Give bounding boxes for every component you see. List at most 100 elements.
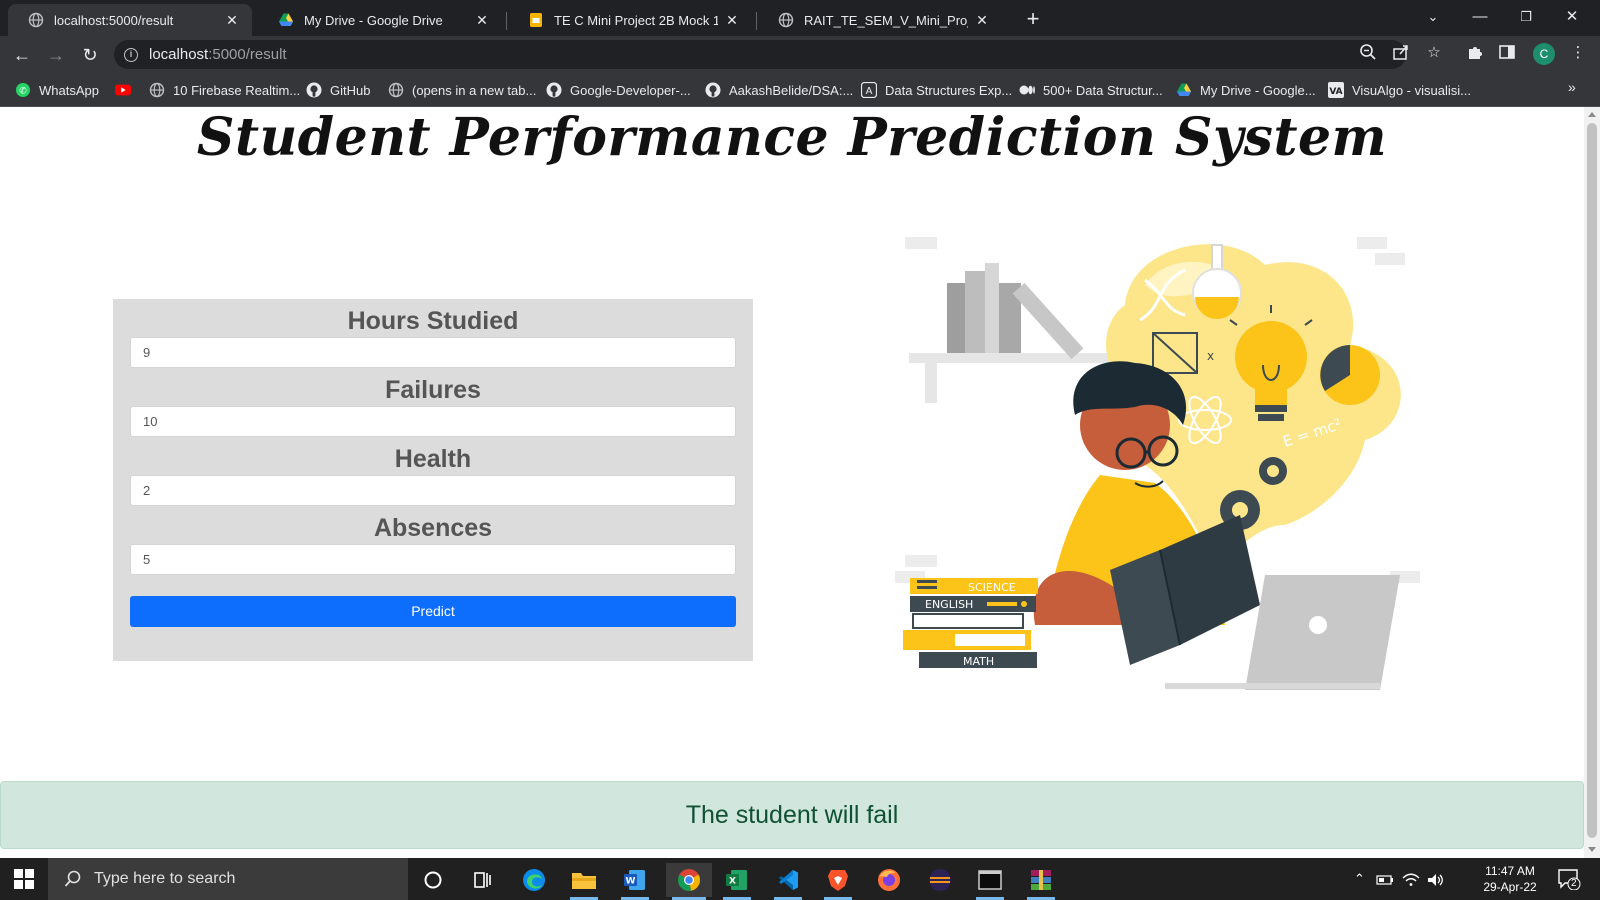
globe-icon bbox=[778, 12, 794, 28]
winrar-icon[interactable] bbox=[1021, 863, 1061, 900]
english-book-label: ENGLISH bbox=[925, 598, 973, 611]
extensions-puzzle-icon[interactable] bbox=[1465, 43, 1485, 63]
bookmark-visualgo[interactable]: VA VisuAlgo - visualisi... bbox=[1328, 79, 1471, 101]
url-host: localhost bbox=[149, 46, 209, 63]
svg-text:✆: ✆ bbox=[19, 87, 27, 97]
bookmark-youtube[interactable] bbox=[115, 79, 139, 101]
bookmark-whatsapp[interactable]: ✆ WhatsApp bbox=[15, 79, 99, 101]
windows-start-icon[interactable] bbox=[14, 869, 34, 889]
svg-text:W: W bbox=[626, 877, 636, 887]
restore-icon[interactable]: ❐ bbox=[1503, 0, 1549, 36]
github-icon bbox=[705, 82, 721, 98]
tab-strip: localhost:5000/result ✕ My Drive - Googl… bbox=[0, 0, 1600, 36]
scroll-up-arrow-icon[interactable] bbox=[1588, 112, 1596, 117]
close-tab-icon[interactable]: ✕ bbox=[224, 12, 240, 29]
vertical-scrollbar[interactable] bbox=[1584, 107, 1600, 858]
address-bar[interactable]: i localhost:5000/result bbox=[114, 40, 1406, 69]
bookmark-firebase[interactable]: 10 Firebase Realtim... bbox=[149, 79, 300, 101]
share-icon[interactable] bbox=[1391, 43, 1411, 63]
health-label: Health bbox=[394, 445, 472, 473]
vscode-icon[interactable] bbox=[768, 863, 808, 900]
search-icon bbox=[64, 870, 81, 887]
notification-count: 2 bbox=[1571, 878, 1577, 889]
notification-center-icon[interactable]: 2 bbox=[1557, 868, 1581, 891]
word-icon[interactable]: W bbox=[615, 863, 655, 900]
hours-studied-label: Hours Studied bbox=[347, 307, 519, 335]
tab-title: localhost:5000/result bbox=[54, 12, 174, 28]
svg-text:VA: VA bbox=[1329, 87, 1342, 97]
close-window-icon[interactable]: ✕ bbox=[1549, 0, 1595, 36]
close-tab-icon[interactable]: ✕ bbox=[474, 12, 490, 29]
task-view-icon[interactable] bbox=[463, 863, 503, 897]
bookmark-github[interactable]: GitHub bbox=[306, 79, 370, 101]
bookmark-data-structures-exp[interactable]: A Data Structures Exp... bbox=[861, 79, 1012, 101]
bookmark-label: AakashBelide/DSA:... bbox=[729, 82, 854, 98]
firefox-icon[interactable] bbox=[869, 863, 909, 897]
science-book-label: SCIENCE bbox=[968, 581, 1016, 594]
terminal-icon[interactable] bbox=[970, 863, 1010, 900]
tab-google-drive[interactable]: My Drive - Google Drive ✕ bbox=[258, 4, 502, 36]
bookmark-500-data-structures[interactable]: 500+ Data Structur... bbox=[1019, 79, 1163, 101]
tab-title: My Drive - Google Drive bbox=[304, 12, 443, 28]
tab-slides-presentation[interactable]: TE C Mini Project 2B Mock 1 Pres ✕ bbox=[508, 4, 752, 36]
excel-icon[interactable]: X bbox=[717, 863, 757, 900]
wifi-icon[interactable] bbox=[1402, 858, 1420, 900]
google-slides-icon bbox=[528, 12, 544, 28]
bookmark-google-developer[interactable]: Google-Developer-... bbox=[546, 79, 691, 101]
tab-separator bbox=[756, 12, 757, 30]
side-panel-icon[interactable] bbox=[1497, 43, 1517, 63]
health-input[interactable]: 2 bbox=[130, 475, 736, 506]
show-hidden-icons-chevron[interactable]: ⌃ bbox=[1354, 858, 1365, 900]
more-bookmarks-chevron-icon[interactable]: » bbox=[1568, 79, 1576, 95]
scrollbar-thumb[interactable] bbox=[1587, 123, 1597, 838]
back-arrow-icon[interactable]: ← bbox=[8, 41, 36, 69]
file-explorer-icon[interactable] bbox=[564, 863, 604, 900]
globe-icon bbox=[149, 82, 165, 98]
hours-studied-input[interactable]: 9 bbox=[130, 337, 736, 368]
tab-search-chevron-icon[interactable]: ⌄ bbox=[1410, 0, 1456, 36]
battery-icon[interactable] bbox=[1376, 858, 1394, 900]
student-studying-illustration: x E = mc² SCIENCE ENGLISH MATH bbox=[895, 237, 1420, 690]
failures-label: Failures bbox=[385, 376, 481, 404]
chrome-icon[interactable] bbox=[666, 863, 712, 900]
reload-icon[interactable]: ↻ bbox=[76, 41, 104, 69]
kebab-menu-icon[interactable]: ⋮ bbox=[1568, 43, 1588, 63]
whatsapp-icon: ✆ bbox=[15, 82, 31, 98]
bookmark-aakash-dsa[interactable]: AakashBelide/DSA:... bbox=[705, 79, 853, 101]
eclipse-icon[interactable] bbox=[920, 863, 960, 897]
new-tab-plus-icon[interactable]: + bbox=[1019, 6, 1047, 34]
profile-avatar[interactable]: C bbox=[1533, 43, 1555, 65]
close-tab-icon[interactable]: ✕ bbox=[724, 12, 740, 29]
clock-time: 11:47 AM bbox=[1485, 864, 1535, 878]
forward-arrow-icon[interactable]: → bbox=[42, 41, 70, 69]
brave-browser-icon[interactable] bbox=[818, 863, 858, 900]
close-tab-icon[interactable]: ✕ bbox=[974, 12, 990, 29]
bookmark-opens-new-tab[interactable]: (opens in a new tab... bbox=[388, 79, 536, 101]
minimize-icon[interactable]: — bbox=[1457, 0, 1503, 36]
predict-button[interactable]: Predict bbox=[130, 596, 736, 627]
bookmark-label: (opens in a new tab... bbox=[412, 82, 537, 98]
failures-input[interactable]: 10 bbox=[130, 406, 736, 437]
prediction-result-alert: The student will fail bbox=[0, 781, 1584, 849]
cortana-icon[interactable] bbox=[413, 863, 453, 897]
visualgo-icon: VA bbox=[1328, 82, 1344, 98]
google-drive-icon bbox=[278, 12, 294, 28]
tab-localhost-result[interactable]: localhost:5000/result ✕ bbox=[8, 4, 252, 36]
absences-input[interactable]: 5 bbox=[130, 544, 736, 575]
zoom-icon[interactable] bbox=[1358, 43, 1378, 63]
bookmark-my-drive[interactable]: My Drive - Google... bbox=[1176, 79, 1316, 101]
clock-date: 29-Apr-22 bbox=[1483, 880, 1537, 894]
edge-browser-icon[interactable] bbox=[514, 863, 554, 897]
bookmark-star-icon[interactable]: ☆ bbox=[1424, 43, 1444, 63]
bookmark-label: WhatsApp bbox=[39, 82, 99, 98]
volume-icon[interactable] bbox=[1427, 858, 1445, 900]
bookmark-label: 10 Firebase Realtim... bbox=[173, 82, 301, 98]
tab-title: TE C Mini Project 2B Mock 1 Pres bbox=[554, 12, 718, 28]
site-info-icon[interactable]: i bbox=[124, 47, 138, 62]
tab-mini-project-report[interactable]: RAIT_TE_SEM_V_Mini_Project_Rep ✕ bbox=[758, 4, 1002, 36]
prediction-form: Hours Studied 9 Failures 10 Health 2 Abs… bbox=[113, 299, 753, 661]
taskbar-search-box[interactable]: Type here to search bbox=[48, 858, 408, 900]
system-clock[interactable]: 11:47 AM 29-Apr-22 bbox=[1470, 863, 1550, 895]
url-text: localhost:5000/result bbox=[149, 46, 287, 63]
scroll-down-arrow-icon[interactable] bbox=[1588, 847, 1596, 852]
